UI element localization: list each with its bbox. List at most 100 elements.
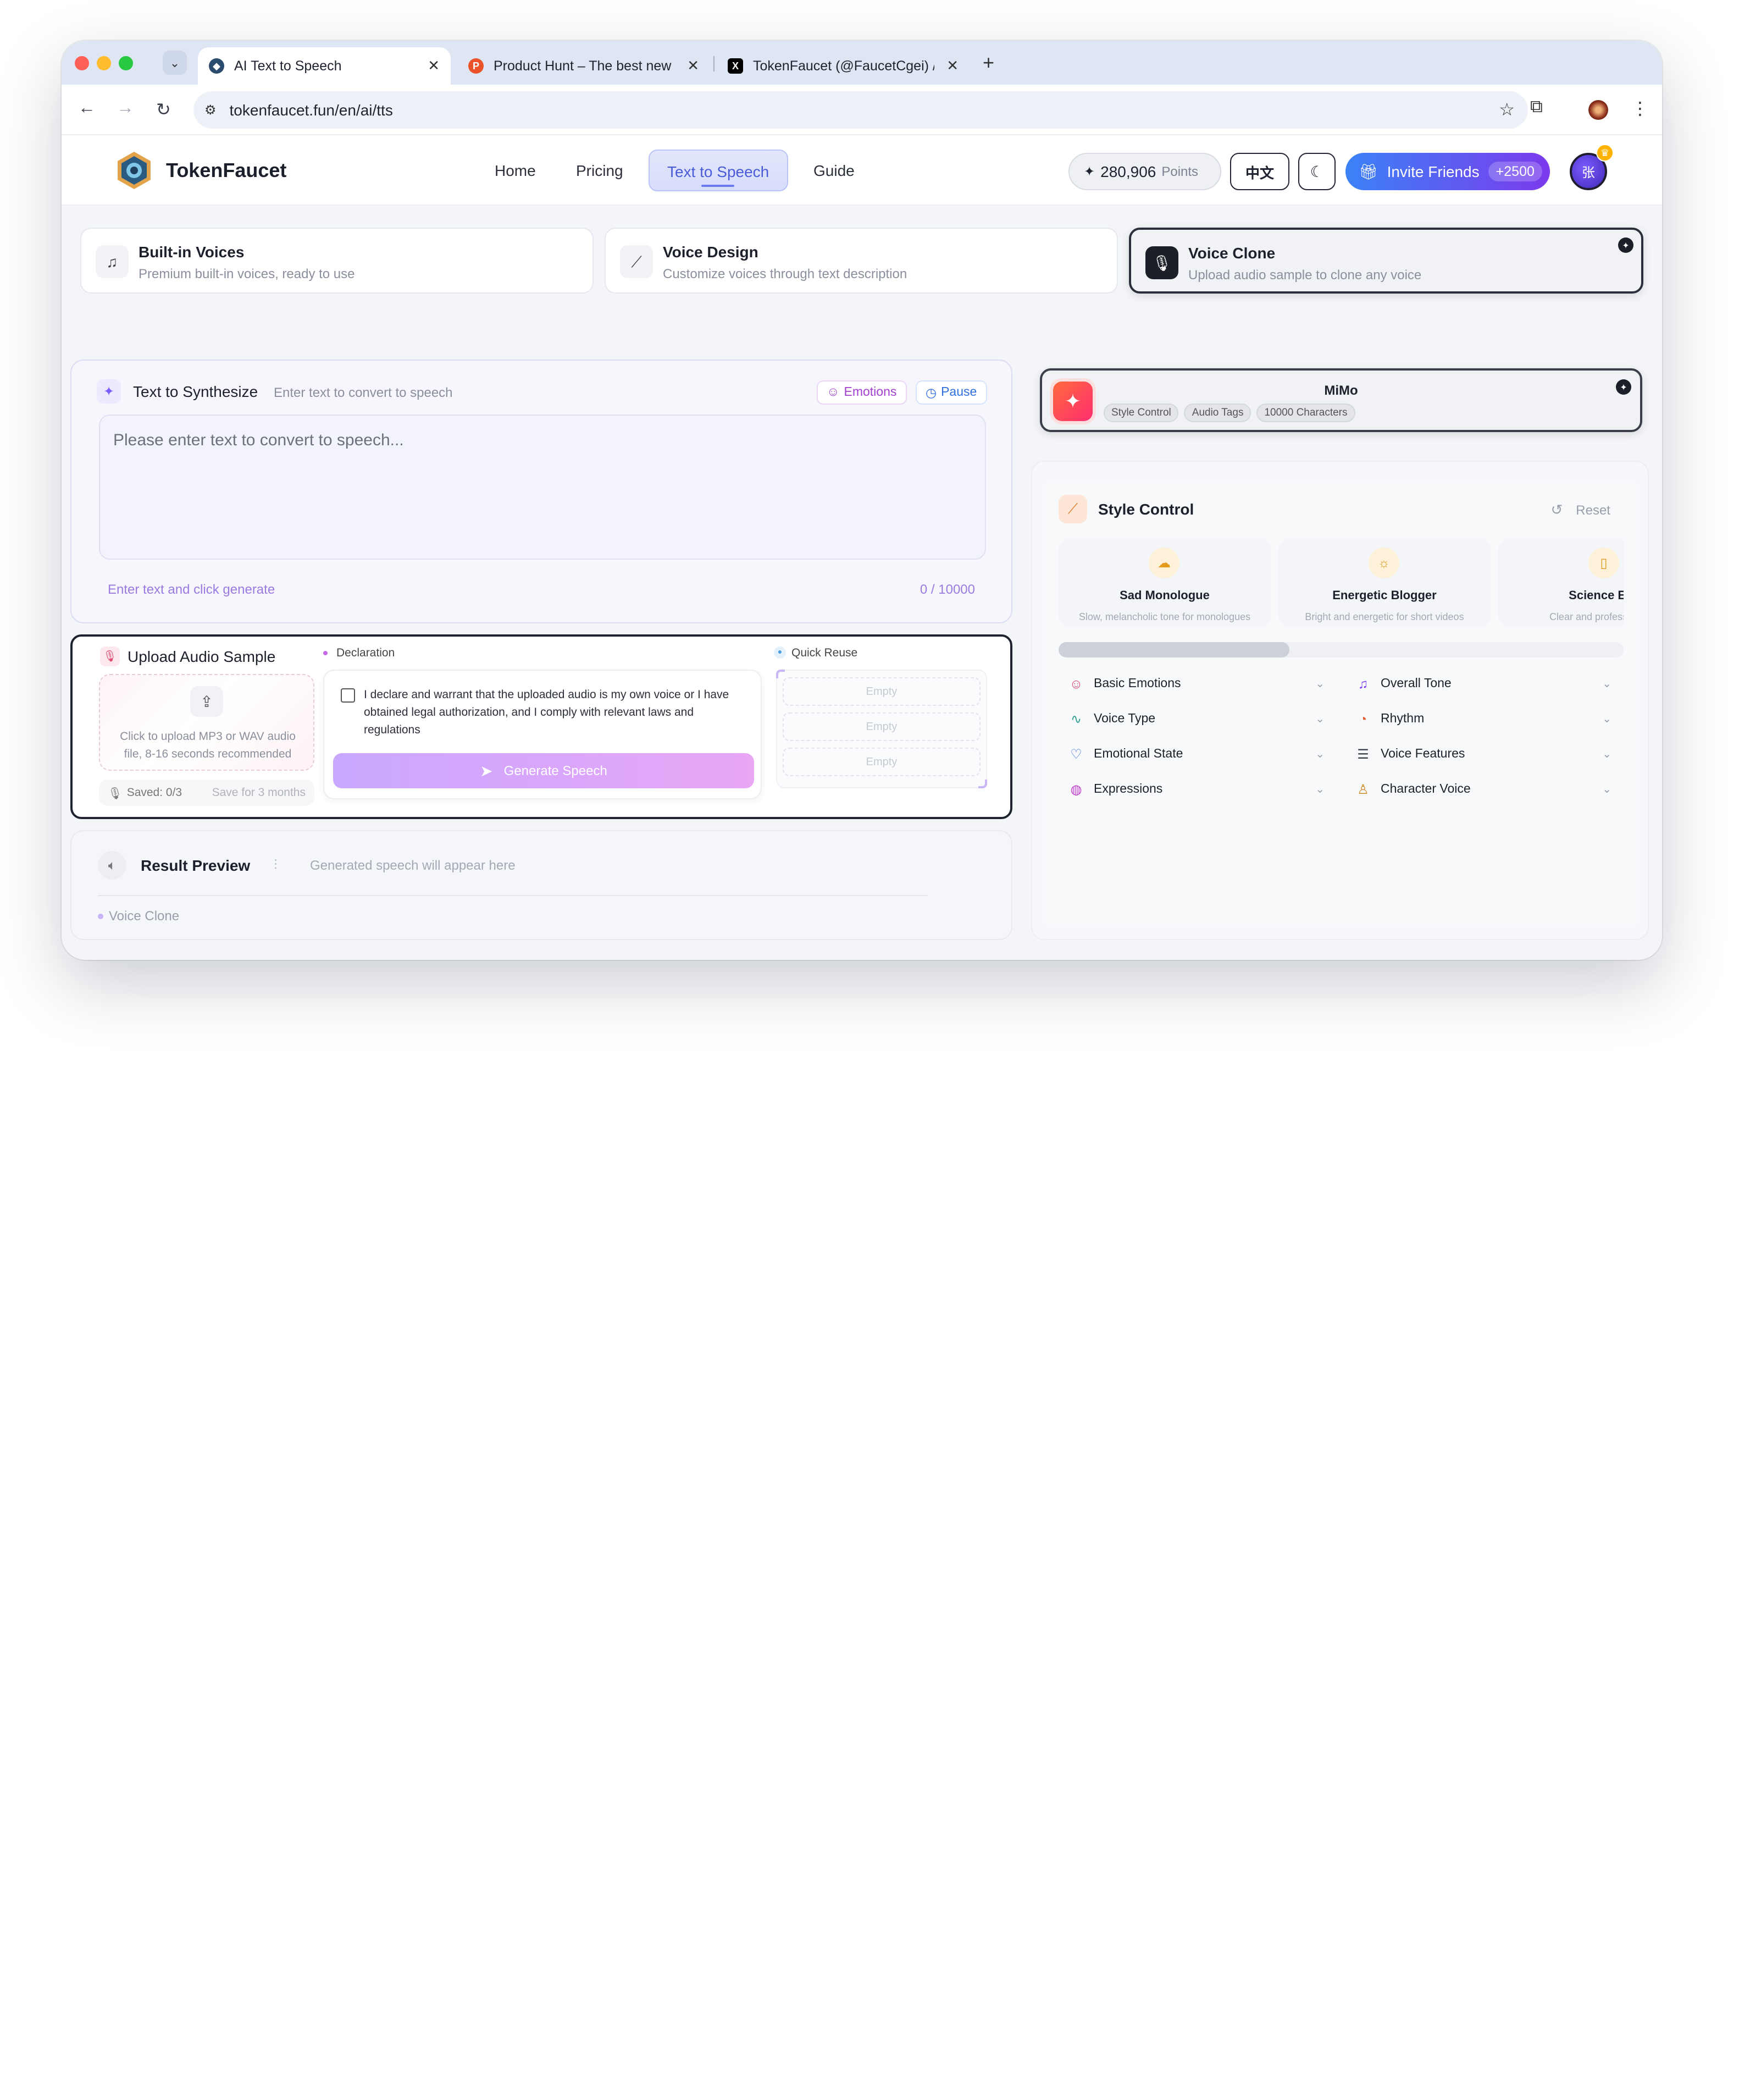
mode-card-voice-clone[interactable]: 🎙︎ Voice Clone Upload audio sample to cl… xyxy=(1129,228,1643,294)
scrollbar-thumb[interactable] xyxy=(1059,642,1289,657)
category-expressions[interactable]: ◍ Expressions ⌄ xyxy=(1067,778,1325,800)
reset-icon: ↺ xyxy=(1550,501,1563,518)
sparkle-icon: ✦ xyxy=(1084,164,1095,179)
model-tag: Audio Tags xyxy=(1184,404,1251,422)
tab-bar: ⌄ ◆ AI Text to Speech ✕ P Product Hunt –… xyxy=(62,41,1662,85)
category-character-voice[interactable]: ♙ Character Voice ⌄ xyxy=(1354,778,1611,800)
user-icon: ♙ xyxy=(1357,782,1369,797)
close-tab-icon[interactable]: ✕ xyxy=(428,57,440,75)
back-arrow-icon[interactable]: ← xyxy=(78,99,96,119)
site-settings-icon[interactable]: ⚙ xyxy=(204,102,217,118)
mode-card-built-in-voices[interactable]: ♫ Built-in Voices Premium built-in voice… xyxy=(80,228,594,294)
mode-subtitle: Premium built-in voices, ready to use xyxy=(139,266,355,281)
nav-guide[interactable]: Guide xyxy=(813,162,855,179)
tab-product-hunt[interactable]: P Product Hunt – The best new ✕ xyxy=(457,47,710,85)
category-voice-features[interactable]: ☰ Voice Features ⌄ xyxy=(1354,743,1611,765)
preset-desc: Bright and energetic for short videos xyxy=(1305,611,1464,622)
invite-friends-button[interactable]: 🎁︎ Invite Friends +2500 xyxy=(1345,153,1550,190)
tab-search-icon[interactable]: ⌄ xyxy=(163,51,187,75)
declaration-checkbox[interactable] xyxy=(341,688,355,703)
tokenfaucet-logo-icon[interactable] xyxy=(114,151,154,190)
synthesize-text-input[interactable] xyxy=(99,415,986,560)
profile-avatar-icon[interactable] xyxy=(1588,100,1608,120)
category-label: Expressions xyxy=(1094,783,1163,796)
microphone-icon: 🎙︎ xyxy=(1145,246,1178,279)
audio-dropzone[interactable]: ⇪ Click to upload MP3 or WAV audio file,… xyxy=(99,674,314,771)
reset-button[interactable]: ↺ Reset xyxy=(1550,501,1610,519)
quick-reuse-list: Empty Empty Empty xyxy=(776,670,987,788)
generate-speech-button[interactable]: ➤ Generate Speech xyxy=(333,753,754,788)
preset-name: Energetic Blogger xyxy=(1332,589,1437,603)
preset-desc: Slow, melancholic tone for monologues xyxy=(1078,611,1251,622)
new-tab-icon[interactable]: + xyxy=(983,52,994,75)
category-emotional-state[interactable]: ♡ Emotional State ⌄ xyxy=(1067,743,1325,765)
bookmark-star-icon[interactable]: ☆ xyxy=(1499,99,1515,121)
model-card-mimo[interactable]: ✦ MiMo Style Control Audio Tags 10000 Ch… xyxy=(1040,368,1642,432)
category-label: Rhythm xyxy=(1381,712,1425,726)
magic-wand-icon: ⟋ xyxy=(1059,495,1087,523)
emotions-button[interactable]: ☺ Emotions xyxy=(817,380,907,405)
minimize-window-button[interactable] xyxy=(97,56,111,70)
chevron-down-icon: ⌄ xyxy=(1315,713,1325,725)
address-bar[interactable]: ⚙ tokenfaucet.fun/en/ai/tts ☆ xyxy=(193,91,1528,129)
mode-subtitle: Customize voices through text descriptio… xyxy=(663,266,907,281)
reload-icon[interactable]: ↻ xyxy=(156,99,171,121)
preset-science-explainer[interactable]: ▯ Science Exp Clear and professional fo xyxy=(1498,539,1624,627)
saved-status: 🎙︎ Saved: 0/3 Save for 3 months xyxy=(99,780,314,806)
chevron-down-icon: ⌄ xyxy=(1315,783,1325,795)
theme-toggle-button[interactable]: ☾ xyxy=(1298,153,1336,190)
preset-sad-monologue[interactable]: ☁ Sad Monologue Slow, melancholic tone f… xyxy=(1059,539,1271,627)
speaker-icon: 🔈︎ xyxy=(98,851,126,880)
quick-reuse-slot[interactable]: Empty xyxy=(783,712,981,741)
style-control-title: Style Control xyxy=(1098,500,1194,518)
category-overall-tone[interactable]: ♫ Overall Tone ⌄ xyxy=(1354,673,1611,695)
palette-icon: ◍ xyxy=(1070,782,1082,797)
browser-toolbar: ← → ↻ ⚙ tokenfaucet.fun/en/ai/tts ☆ ⧉ ⋮ xyxy=(62,85,1662,135)
timer-icon: ◔ xyxy=(1359,711,1367,727)
close-tab-icon[interactable]: ✕ xyxy=(946,57,959,75)
maximize-window-button[interactable] xyxy=(119,56,133,70)
browser-menu-icon[interactable]: ⋮ xyxy=(1631,98,1649,120)
nav-text-to-speech[interactable]: Text to Speech xyxy=(649,150,788,191)
pause-label: Pause xyxy=(941,386,977,399)
character-counter: 0 / 10000 xyxy=(920,582,975,597)
category-rhythm[interactable]: ◔ Rhythm ⌄ xyxy=(1354,708,1611,730)
quick-reuse-slot[interactable]: Empty xyxy=(783,748,981,776)
tab-x-tokenfaucet[interactable]: X TokenFaucet (@FaucetCgei) / ✕ xyxy=(717,47,970,85)
category-label: Character Voice xyxy=(1381,783,1471,796)
nav-pricing[interactable]: Pricing xyxy=(576,162,623,179)
category-label: Voice Features xyxy=(1381,748,1465,761)
category-voice-type[interactable]: ∿ Voice Type ⌄ xyxy=(1067,708,1325,730)
url-text: tokenfaucet.fun/en/ai/tts xyxy=(229,101,393,119)
smile-icon: ☺ xyxy=(1069,676,1083,692)
close-window-button[interactable] xyxy=(75,56,89,70)
points-value: 280,906 xyxy=(1100,163,1156,180)
upload-icon: ⇪ xyxy=(190,686,223,717)
brand-name[interactable]: TokenFaucet xyxy=(166,159,286,183)
category-basic-emotions[interactable]: ☺ Basic Emotions ⌄ xyxy=(1067,673,1325,695)
mode-card-voice-design[interactable]: ⟋ Voice Design Customize voices through … xyxy=(605,228,1118,294)
points-badge[interactable]: ✦ 280,906 Points xyxy=(1068,153,1221,190)
site-header: TokenFaucet Home Pricing Text to Speech … xyxy=(62,135,1662,206)
saved-count: Saved: 0/3 xyxy=(126,786,182,799)
preset-desc: Clear and professional fo xyxy=(1549,611,1624,622)
mic-small-icon: 🎙︎ xyxy=(108,787,123,800)
nav-home[interactable]: Home xyxy=(495,162,536,179)
close-tab-icon[interactable]: ✕ xyxy=(687,57,699,75)
cloud-rain-icon: ☁ xyxy=(1149,548,1179,578)
forward-arrow-icon[interactable]: → xyxy=(117,99,134,119)
waveform-icon: ⫶ xyxy=(274,856,278,873)
presets-scrollbar[interactable] xyxy=(1059,642,1624,657)
chevron-down-icon: ⌄ xyxy=(1602,678,1611,690)
extensions-icon[interactable]: ⧉ xyxy=(1530,98,1543,118)
preset-energetic-blogger[interactable]: ☼ Energetic Blogger Bright and energetic… xyxy=(1278,539,1491,627)
sparkle-icon: ✦ xyxy=(97,379,121,404)
quick-reuse-slot[interactable]: Empty xyxy=(783,677,981,706)
language-toggle-button[interactable]: 中文 xyxy=(1230,153,1289,190)
x-favicon-icon: X xyxy=(728,58,743,74)
chevron-down-icon: ⌄ xyxy=(1315,678,1325,690)
model-tags: Style Control Audio Tags 10000 Character… xyxy=(1104,404,1355,422)
tab-ai-text-to-speech[interactable]: ◆ AI Text to Speech ✕ xyxy=(198,47,451,85)
tokenfaucet-favicon-icon: ◆ xyxy=(209,58,224,74)
pause-button[interactable]: ◷ Pause xyxy=(916,380,987,405)
